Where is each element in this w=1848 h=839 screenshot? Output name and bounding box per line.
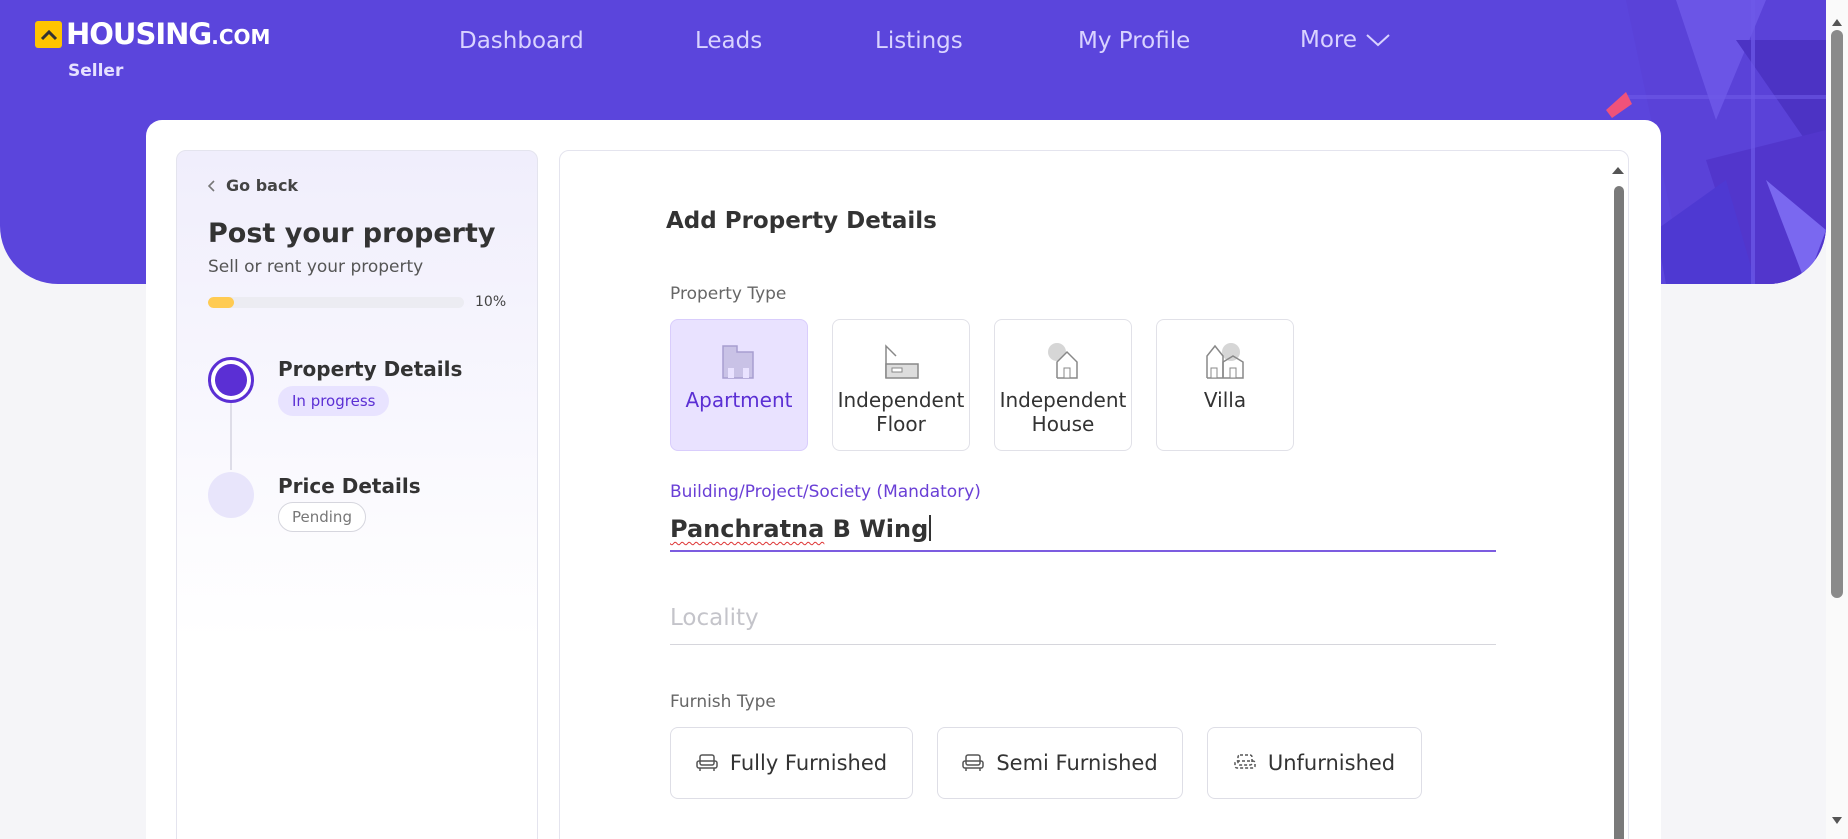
step-indicator-active (208, 357, 254, 403)
nav-listings[interactable]: Listings (875, 28, 963, 54)
floor-icon (885, 344, 919, 379)
nav-dashboard[interactable]: Dashboard (459, 28, 584, 54)
housing-logo[interactable]: HOUSING.COM (35, 20, 270, 49)
chevron-left-icon (208, 179, 215, 192)
property-type-apartment[interactable]: Apartment (670, 319, 808, 451)
step-connector (230, 400, 232, 470)
form-title: Add Property Details (666, 208, 937, 234)
furnish-type-label: Furnish Type (670, 692, 776, 712)
seller-label: Seller (68, 61, 124, 81)
locality-input-underline (670, 644, 1496, 645)
property-type-label: Property Type (670, 284, 787, 304)
property-type-villa[interactable]: Villa (1156, 319, 1294, 451)
chevron-down-icon (1366, 34, 1390, 47)
form-scrollbar-thumb[interactable] (1614, 186, 1624, 839)
nav-more[interactable]: More (1300, 27, 1391, 53)
step-price-details[interactable]: Price Details (278, 474, 421, 498)
furnish-label-unfurnished: Unfurnished (1267, 751, 1396, 775)
progress-percent: 10% (475, 294, 507, 310)
apartment-icon (722, 345, 754, 379)
text-caret (929, 515, 931, 541)
nav-more-label: More (1300, 27, 1358, 53)
sofa-icon (962, 754, 985, 771)
sofa-outline-icon (1234, 754, 1256, 769)
furnish-fully-furnished[interactable]: Fully Furnished (670, 727, 913, 799)
nav-leads[interactable]: Leads (695, 28, 762, 54)
property-type-label-villa: Villa (1203, 388, 1247, 412)
villa-icon (1206, 343, 1244, 379)
status-badge-in-progress: In progress (278, 386, 390, 416)
sofa-icon (696, 754, 718, 771)
property-type-label-apartment: Apartment (685, 388, 793, 412)
nav-my-profile[interactable]: My Profile (1078, 28, 1190, 54)
status-badge-pending: Pending (278, 502, 366, 532)
progress-bar-fill (208, 297, 234, 308)
building-input[interactable]: Panchratna B Wing (670, 515, 931, 543)
step-indicator-pending (208, 472, 254, 518)
property-type-independent-floor[interactable]: Independent Floor (832, 319, 970, 451)
building-input-underline (670, 550, 1496, 552)
property-type-label-independent-floor: Independent Floor (837, 388, 965, 436)
progress-bar (208, 297, 464, 308)
go-back-link[interactable]: Go back (208, 176, 298, 195)
spellcheck-word: Panchratna (670, 515, 825, 543)
step-property-details[interactable]: Property Details (278, 357, 462, 381)
property-type-label-independent-house: Independent House (999, 388, 1127, 436)
go-back-label: Go back (226, 176, 299, 195)
furnish-unfurnished[interactable]: Unfurnished (1207, 727, 1422, 799)
page-title: Post your property (208, 218, 496, 249)
page-subtitle: Sell or rent your property (208, 257, 424, 277)
property-type-independent-house[interactable]: Independent House (994, 319, 1132, 451)
furnish-label-semi: Semi Furnished (996, 751, 1158, 775)
page-scrollbar-thumb[interactable] (1831, 30, 1843, 598)
furnish-semi-furnished[interactable]: Semi Furnished (937, 727, 1183, 799)
locality-input[interactable]: Locality (670, 605, 759, 631)
house-icon (1048, 343, 1078, 379)
building-input-rest: B Wing (824, 515, 929, 543)
furnish-label-fully: Fully Furnished (729, 751, 888, 775)
logo-icon (35, 21, 62, 48)
building-field-label: Building/Project/Society (Mandatory) (670, 482, 981, 502)
